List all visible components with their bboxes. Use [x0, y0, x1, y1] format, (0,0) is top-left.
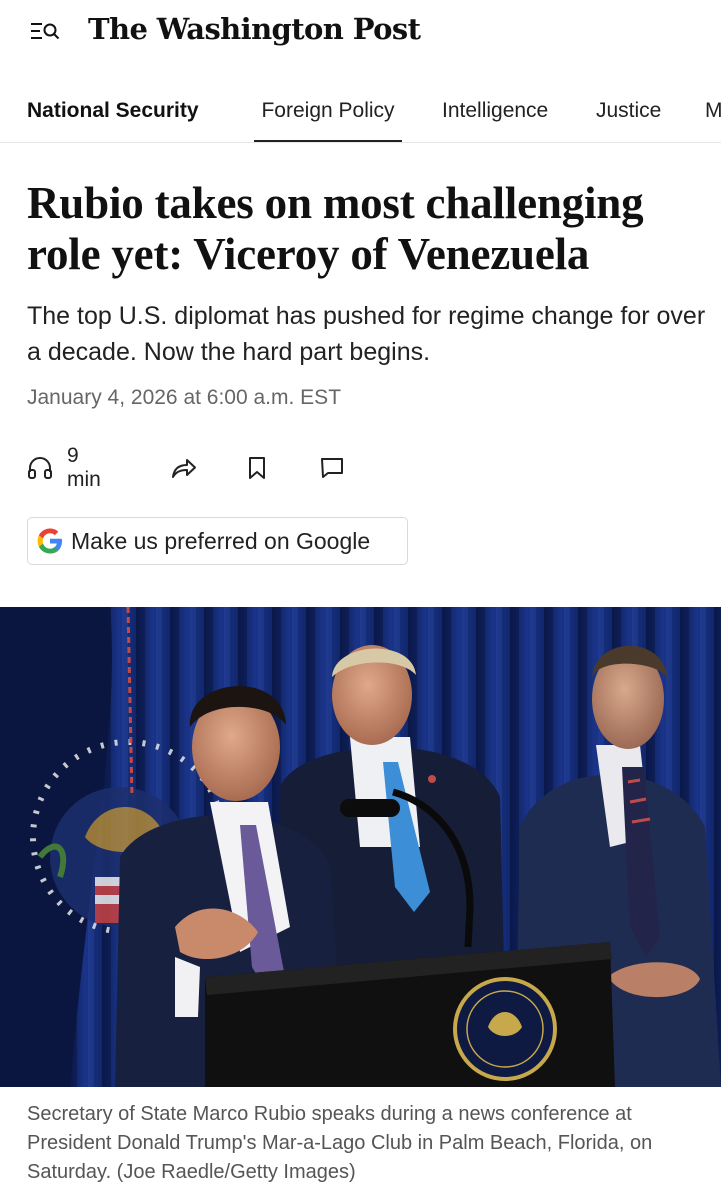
lead-photo[interactable]	[0, 607, 721, 1087]
bookmark-button[interactable]	[246, 450, 268, 486]
tab-foreign-policy[interactable]: Foreign Policy	[254, 80, 402, 142]
tab-national-security[interactable]: National Security	[27, 80, 199, 140]
article-dateline: January 4, 2026 at 6:00 a.m. EST	[27, 386, 342, 409]
tab-justice[interactable]: Justice	[596, 80, 661, 140]
share-icon	[170, 456, 198, 480]
bookmark-icon	[246, 456, 268, 480]
google-preferred-label: Make us preferred on Google	[71, 527, 371, 554]
article-headline: Rubio takes on most challenging role yet…	[27, 178, 644, 279]
google-preferred-button[interactable]: Make us preferred on Google	[27, 517, 408, 565]
tab-more-truncated[interactable]: M	[705, 80, 721, 140]
comment-button[interactable]	[319, 450, 345, 486]
lead-photo-illustration	[0, 607, 721, 1087]
photo-caption: Secretary of State Marco Rubio speaks du…	[27, 1103, 653, 1183]
headphones-icon	[27, 456, 53, 480]
comment-icon	[319, 456, 345, 480]
tab-intelligence[interactable]: Intelligence	[442, 80, 548, 140]
site-logo[interactable]: The Washington Post	[88, 12, 421, 46]
google-g-icon	[35, 526, 65, 556]
share-button[interactable]	[170, 450, 198, 486]
section-nav: National Security Foreign Policy Intelli…	[0, 80, 721, 143]
menu-search-icon[interactable]	[30, 20, 60, 44]
listen-duration: 9 min	[67, 444, 101, 491]
article-dek: The top U.S. diplomat has pushed for reg…	[27, 302, 706, 366]
site-header: The Washington Post	[0, 0, 721, 66]
listen-button[interactable]: 9 min	[27, 444, 101, 491]
